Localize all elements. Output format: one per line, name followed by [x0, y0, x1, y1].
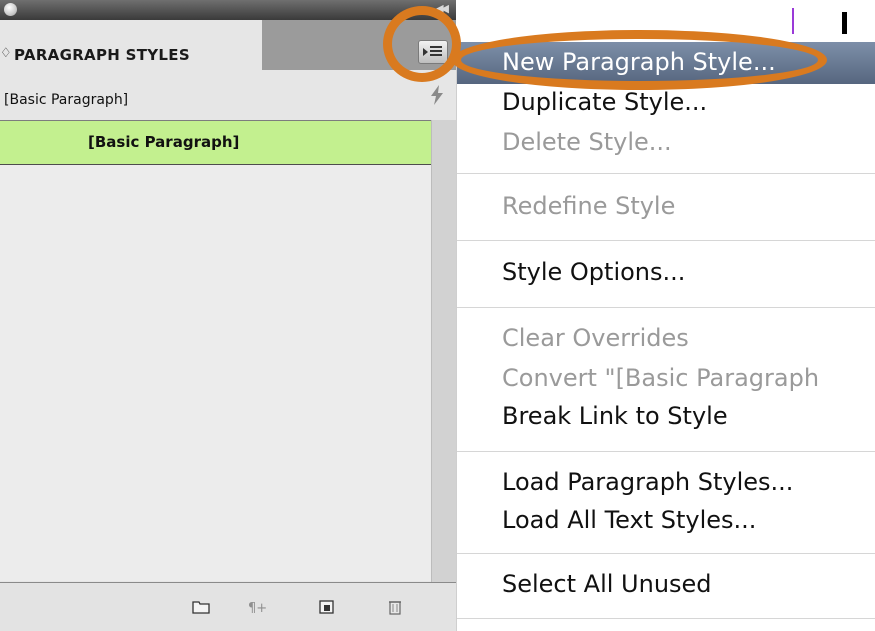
menu-item-label: Delete Style...	[502, 128, 672, 156]
menu-item-label: Select All Unused	[502, 570, 712, 598]
folder-icon[interactable]	[192, 599, 210, 615]
menu-item-new-paragraph-style[interactable]: New Paragraph Style...	[457, 42, 875, 84]
menu-item-convert-bullets[interactable]: Convert "[Basic Paragraph	[457, 362, 875, 400]
menu-separator	[457, 553, 875, 554]
menu-item-label: Load All Text Styles...	[502, 506, 757, 534]
scrollbar[interactable]	[431, 120, 457, 582]
menu-item-label: Clear Overrides	[502, 324, 689, 352]
menu-separator	[457, 240, 875, 241]
clear-overrides-icon[interactable]: ¶+	[248, 599, 266, 615]
collapse-icon[interactable]: ◀◀	[435, 2, 449, 15]
menu-item-load-paragraph-styles[interactable]: Load Paragraph Styles...	[457, 466, 875, 504]
menu-lines-icon	[430, 46, 442, 58]
screenshot-root: ◀◀ ♢ PARAGRAPH STYLES [Basic Paragraph] …	[0, 0, 875, 631]
menu-separator	[457, 307, 875, 308]
panel-bottom-bar: ¶+	[0, 582, 456, 631]
menu-item-select-all-unused[interactable]: Select All Unused	[457, 568, 875, 606]
tab-paragraph-styles[interactable]: ♢ PARAGRAPH STYLES	[0, 20, 262, 71]
menu-separator	[457, 618, 875, 619]
tab-label: PARAGRAPH STYLES	[14, 46, 190, 64]
menu-item-label: New Paragraph Style...	[502, 48, 776, 76]
menu-separator	[457, 173, 875, 174]
close-icon[interactable]	[4, 3, 17, 16]
list-item[interactable]: [Basic Paragraph]	[0, 121, 431, 165]
tab-expand-icon[interactable]: ♢	[0, 46, 12, 61]
menu-item-label: Break Link to Style	[502, 402, 728, 430]
menu-item-load-all-text-styles[interactable]: Load All Text Styles...	[457, 504, 875, 542]
menu-item-break-link[interactable]: Break Link to Style	[457, 400, 875, 438]
styles-list: [Basic Paragraph]	[0, 120, 431, 581]
menu-item-label: Load Paragraph Styles...	[502, 468, 794, 496]
document-canvas	[456, 0, 875, 40]
text-cursor	[842, 12, 847, 34]
menu-item-delete-style[interactable]: Delete Style...	[457, 124, 875, 160]
panel-titlebar[interactable]: ◀◀	[0, 0, 456, 20]
menu-item-label: Convert "[Basic Paragraph	[502, 364, 820, 392]
menu-item-label: Duplicate Style...	[502, 88, 708, 116]
svg-text:¶+: ¶+	[248, 601, 266, 615]
trash-icon[interactable]	[386, 599, 404, 615]
list-item-label: [Basic Paragraph]	[88, 133, 240, 151]
menu-item-label: Redefine Style	[502, 192, 676, 220]
current-style-label: [Basic Paragraph]	[4, 92, 129, 108]
text-frame-edge	[792, 8, 794, 34]
menu-separator	[457, 451, 875, 452]
menu-item-label: Style Options...	[502, 258, 686, 286]
lightning-icon[interactable]	[428, 84, 446, 106]
new-style-icon[interactable]	[318, 599, 336, 615]
menu-item-clear-overrides[interactable]: Clear Overrides	[457, 322, 875, 360]
panel-tabstrip: ♢ PARAGRAPH STYLES	[0, 20, 456, 71]
panel-body: [Basic Paragraph] [Basic Paragraph]	[0, 70, 457, 582]
menu-item-duplicate-style[interactable]: Duplicate Style...	[457, 86, 875, 122]
menu-item-style-options[interactable]: Style Options...	[457, 254, 875, 294]
panel-menu-button[interactable]	[418, 40, 448, 64]
panel-flyout-menu: New Paragraph Style... Duplicate Style..…	[456, 40, 875, 631]
menu-item-redefine-style[interactable]: Redefine Style	[457, 188, 875, 228]
paragraph-styles-panel: ◀◀ ♢ PARAGRAPH STYLES [Basic Paragraph] …	[0, 0, 457, 631]
triangle-icon	[423, 48, 428, 56]
